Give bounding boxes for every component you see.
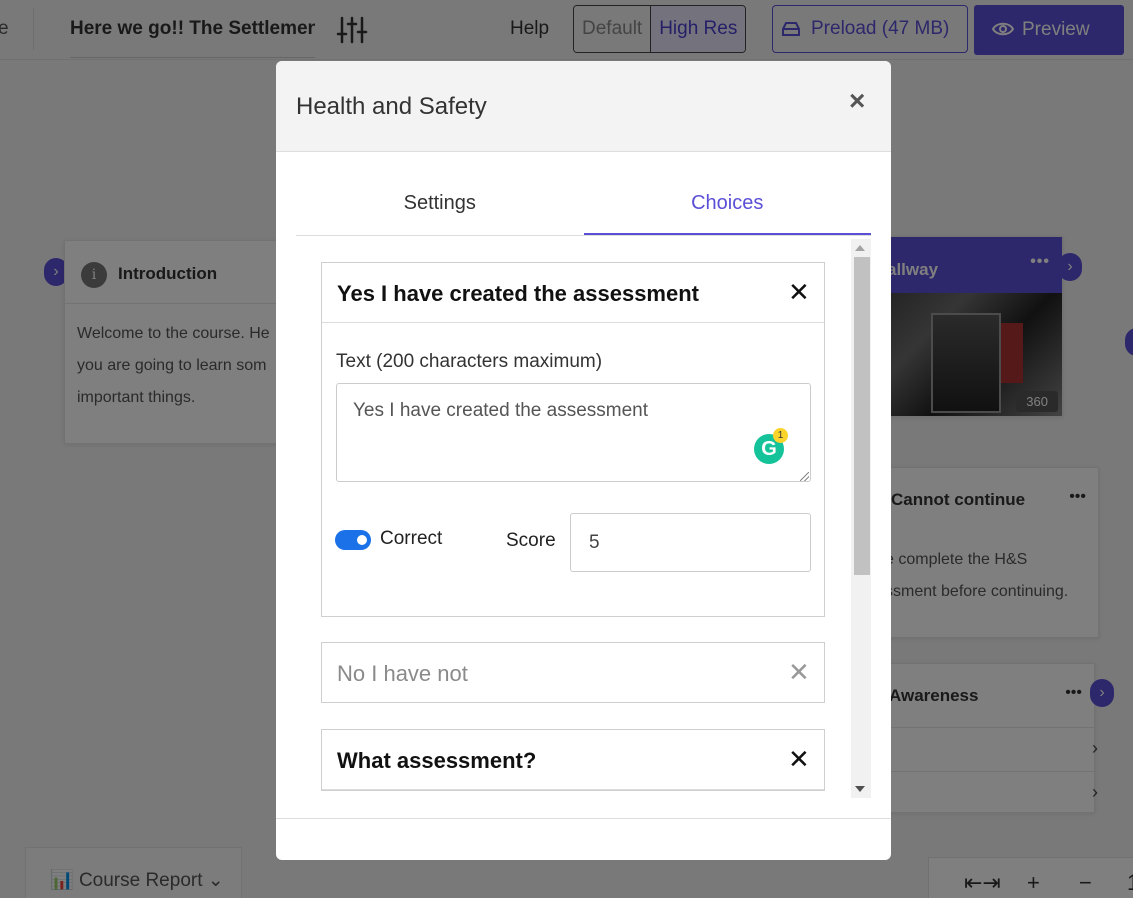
dialog-header: Health and Safety ×	[276, 61, 891, 152]
remove-choice-icon[interactable]: ✕	[788, 657, 810, 688]
scrollbar-thumb[interactable]	[854, 257, 870, 575]
choice-text-label: Text (200 characters maximum)	[336, 351, 603, 372]
correct-label: Correct	[380, 528, 443, 549]
choice-title: Yes I have created the assessment	[337, 281, 699, 306]
remove-choice-icon[interactable]: ✕	[788, 277, 810, 308]
choice-header[interactable]: Yes I have created the assessment ✕	[322, 263, 824, 323]
tab-settings[interactable]: Settings	[296, 180, 584, 235]
close-icon[interactable]: ×	[849, 85, 865, 117]
choice-header[interactable]: No I have not ✕	[322, 643, 824, 703]
choice-title: No I have not	[337, 661, 468, 686]
toggle-knob	[357, 535, 367, 545]
remove-choice-icon[interactable]: ✕	[788, 744, 810, 775]
grammarly-count-badge: 1	[773, 428, 788, 443]
tab-choices[interactable]: Choices	[583, 180, 871, 235]
score-input[interactable]: 5	[570, 513, 811, 572]
score-label: Score	[506, 530, 556, 551]
health-and-safety-dialog: Health and Safety × Settings Choices Yes…	[276, 61, 891, 860]
vertical-scrollbar[interactable]	[851, 239, 871, 798]
choice-card[interactable]: What assessment? ✕	[321, 729, 825, 791]
resize-handle-icon[interactable]	[800, 472, 809, 481]
dialog-title: Health and Safety	[296, 93, 487, 120]
choice-card[interactable]: No I have not ✕	[321, 642, 825, 703]
choice-title: What assessment?	[337, 748, 537, 773]
choice-text-input[interactable]: Yes I have created the assessment	[336, 383, 811, 482]
choices-list: Yes I have created the assessment ✕ Text…	[296, 239, 871, 798]
scroll-up-arrow-icon[interactable]	[855, 245, 865, 251]
dialog-footer	[276, 818, 891, 860]
choice-header[interactable]: What assessment? ✕	[322, 730, 824, 790]
scroll-down-arrow-icon[interactable]	[855, 786, 865, 792]
choice-card: Yes I have created the assessment ✕ Text…	[321, 262, 825, 617]
dialog-tabs: Settings Choices	[296, 180, 871, 236]
correct-toggle[interactable]	[335, 530, 371, 550]
